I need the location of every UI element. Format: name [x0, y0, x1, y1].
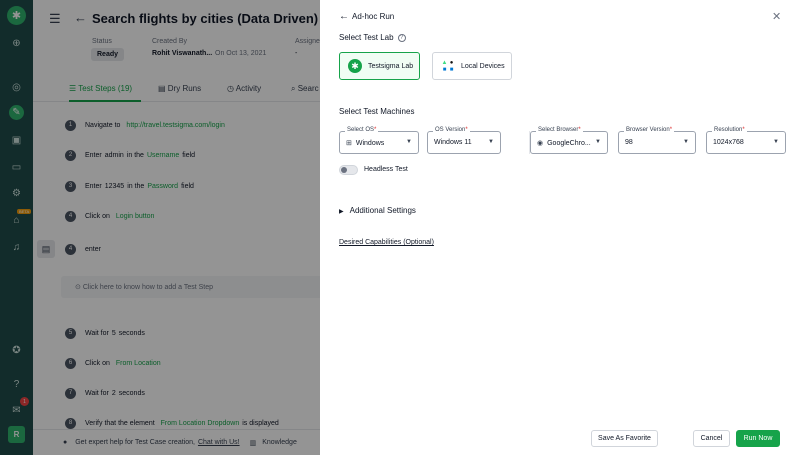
os-version-dropdown[interactable]: OS Version* Windows 11 ▼ [427, 127, 501, 154]
help-icon[interactable]: ? [397, 33, 406, 42]
cancel-button[interactable]: Cancel [693, 430, 730, 447]
save-as-favorite-button[interactable]: Save As Favorite [591, 430, 658, 447]
resolution-dropdown[interactable]: Resolution* 1024x768 ▼ [706, 127, 786, 154]
headless-toggle[interactable] [339, 165, 358, 175]
os-logos-icon: ▲ ● ■ ■ [441, 59, 454, 73]
headless-label: Headless Test [364, 166, 408, 173]
desired-capabilities-link[interactable]: Desired Capabilities (Optional) [339, 239, 434, 246]
caret-right-icon: ▶ [339, 209, 344, 215]
chevron-down-icon: ▼ [406, 139, 412, 145]
lab-option-local-devices[interactable]: ▲ ● ■ ■ Local Devices [432, 52, 512, 80]
chevron-down-icon: ▼ [683, 139, 689, 145]
drawer-title: Ad-hoc Run [352, 12, 395, 21]
testsigma-logo-icon: ✱ [348, 59, 362, 73]
toggle-knob [341, 167, 347, 173]
browser-version-dropdown[interactable]: Browser Version* 98 ▼ [618, 127, 696, 154]
select-os-dropdown[interactable]: Select OS* ⊞ Windows ▼ [339, 127, 419, 154]
chrome-icon: ◉ [537, 140, 544, 147]
select-test-lab-heading: Select Test Lab? [339, 33, 406, 42]
select-browser-dropdown[interactable]: Select Browser* ◉ GoogleChro... ▼ [530, 127, 608, 154]
select-test-machines-heading: Select Test Machines [339, 107, 415, 116]
chevron-down-icon: ▼ [773, 139, 779, 145]
additional-settings-toggle[interactable]: ▶ Additional Settings [339, 206, 416, 215]
windows-icon: ⊞ [346, 140, 352, 147]
chevron-down-icon: ▼ [595, 139, 601, 145]
back-arrow-icon[interactable]: ← [339, 11, 349, 22]
chevron-down-icon: ▼ [488, 139, 494, 145]
lab-option-testsigma[interactable]: ✱ Testsigma Lab [339, 52, 420, 80]
close-icon[interactable]: ✕ [772, 10, 781, 23]
run-now-button[interactable]: Run Now [736, 430, 780, 447]
modal-backdrop[interactable] [0, 0, 320, 455]
adhoc-run-drawer: ← Ad-hoc Run ✕ Select Test Lab? ✱ Testsi… [320, 0, 799, 455]
